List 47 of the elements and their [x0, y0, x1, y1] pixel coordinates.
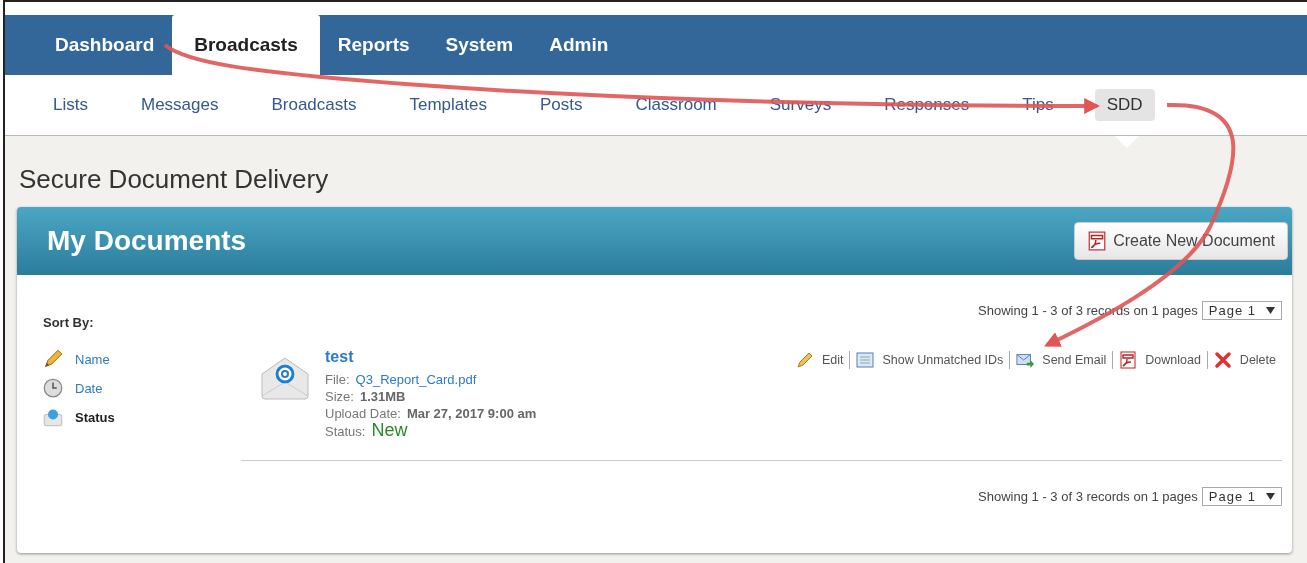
main-nav-tab[interactable]: System: [427, 15, 532, 75]
sub-nav-tab[interactable]: SDD: [1094, 89, 1155, 121]
main-nav-tab[interactable]: Admin: [531, 15, 627, 75]
sub-nav-tab[interactable]: Posts: [528, 89, 595, 121]
action-link[interactable]: Download: [1112, 351, 1207, 369]
page-select[interactable]: Page 1: [1201, 487, 1282, 506]
sub-nav-tab[interactable]: Lists: [41, 89, 100, 121]
sort-option[interactable]: Status: [43, 407, 241, 427]
upload-date-label: Upload Date:: [325, 405, 401, 422]
document-title[interactable]: test: [325, 348, 790, 366]
page-title: Secure Document Delivery: [19, 164, 329, 195]
pencil-icon: [43, 349, 63, 369]
caret-icon: [1266, 306, 1275, 315]
send-email-icon: [1016, 351, 1035, 369]
main-nav-tab[interactable]: Dashboard: [37, 15, 173, 75]
file-label: File:: [325, 371, 350, 388]
records-summary: Showing 1 - 3 of 3 records on 1 pages: [978, 489, 1198, 504]
list-icon: [856, 351, 875, 369]
sort-label: Sort By:: [43, 315, 95, 330]
action-link[interactable]: Delete: [1206, 351, 1282, 369]
status-label: Status:: [325, 423, 366, 440]
sub-nav-tab[interactable]: Classroom: [623, 89, 729, 121]
create-document-button[interactable]: Create New Document: [1074, 222, 1288, 260]
action-link[interactable]: Edit: [789, 351, 850, 369]
clock-icon: [43, 378, 63, 398]
action-link[interactable]: Show Unmatched IDs: [849, 351, 1010, 369]
caret-icon: [1266, 492, 1275, 501]
sort-option[interactable]: Date: [43, 378, 241, 398]
page-select[interactable]: Page 1: [1201, 301, 1282, 320]
delete-icon: [1213, 351, 1232, 369]
pdf-icon: [1119, 351, 1138, 369]
main-nav-tab[interactable]: Reports: [319, 15, 428, 75]
size-label: Size:: [325, 388, 354, 405]
pdf-icon: [1087, 231, 1108, 251]
upload-date-value: Mar 27, 2017 9:00 am: [406, 405, 537, 422]
status-value: New: [371, 422, 408, 439]
sub-nav-tab[interactable]: Messages: [128, 89, 231, 121]
tab-pointer: [1115, 136, 1139, 148]
file-link[interactable]: Q3_Report_Card.pdf: [355, 371, 477, 388]
sort-option[interactable]: Name: [43, 349, 241, 369]
sub-nav-tab[interactable]: Broadcasts: [259, 89, 369, 121]
action-link[interactable]: Send Email: [1009, 351, 1113, 369]
pencil-icon: [795, 351, 814, 369]
size-value: 1.31MB: [359, 388, 406, 405]
panel-title: My Documents: [47, 225, 247, 257]
main-nav-tab[interactable]: Broadcasts: [172, 15, 320, 75]
sub-nav-tab[interactable]: Templates: [397, 89, 499, 121]
